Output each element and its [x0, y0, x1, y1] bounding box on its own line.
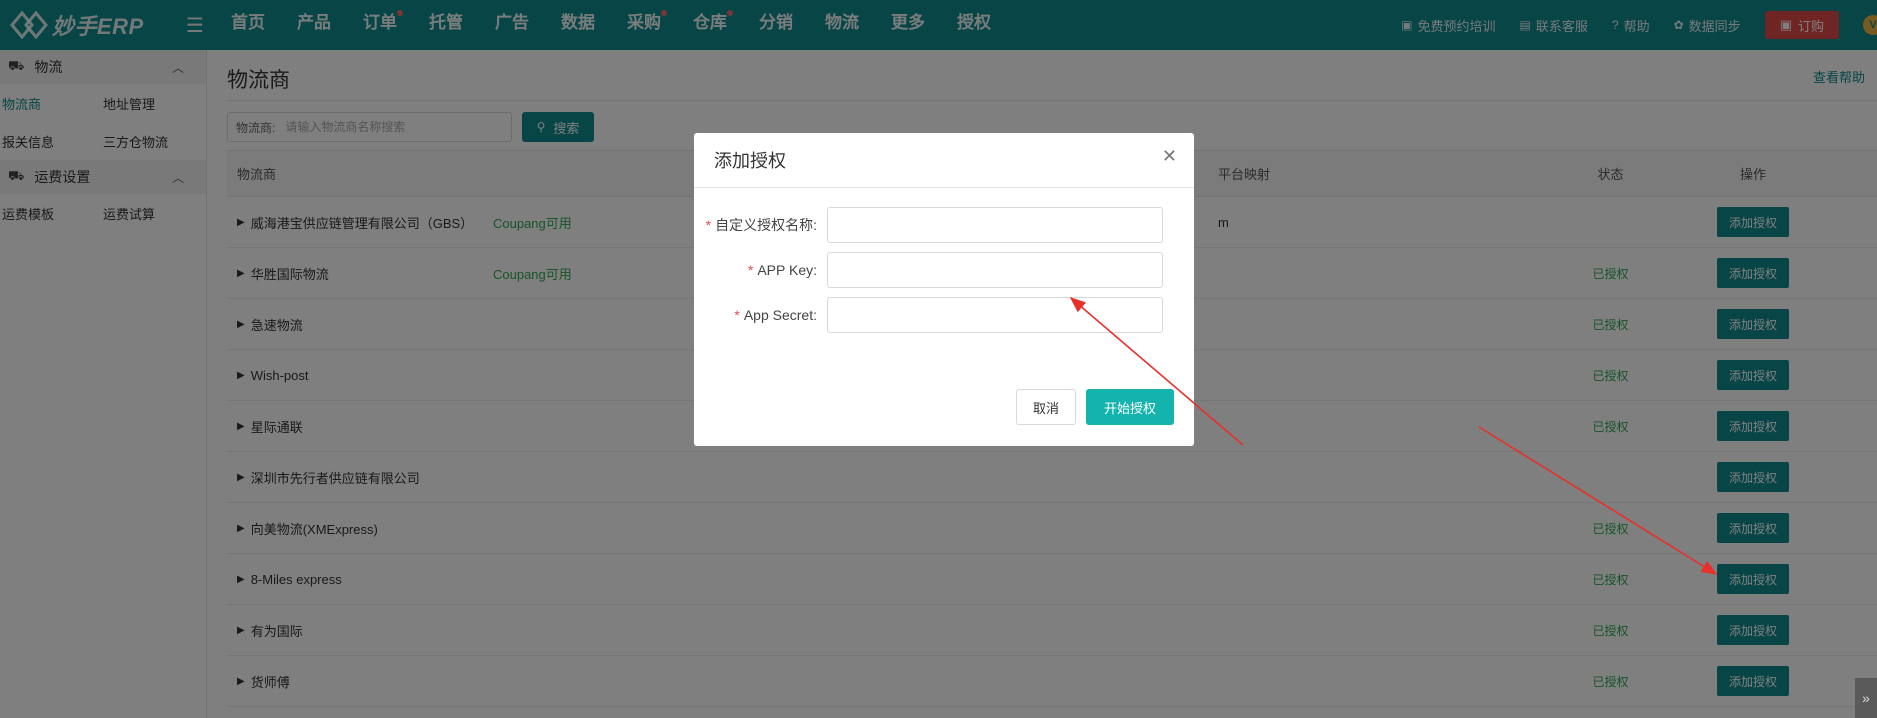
required-mark: *	[747, 262, 754, 278]
cancel-button[interactable]: 取消	[1016, 389, 1076, 425]
dialog-title: 添加授权	[694, 133, 1194, 188]
form-row-name: * 自定义授权名称:	[694, 207, 1194, 243]
app-key-input[interactable]	[827, 252, 1163, 288]
form-row-appkey: * APP Key:	[694, 252, 1194, 288]
close-icon[interactable]: ✕	[1162, 146, 1177, 167]
start-auth-button[interactable]: 开始授权	[1086, 389, 1174, 425]
auth-name-input[interactable]	[827, 207, 1163, 243]
required-mark: *	[705, 217, 712, 233]
add-auth-dialog: 添加授权 ✕ * 自定义授权名称: * APP Key: * App Secret: …	[694, 133, 1194, 446]
form-row-appsecret: * App Secret:	[694, 297, 1194, 333]
double-chevron-right-icon[interactable]: »	[1855, 678, 1877, 718]
app-secret-input[interactable]	[827, 297, 1163, 333]
required-mark: *	[734, 307, 740, 323]
